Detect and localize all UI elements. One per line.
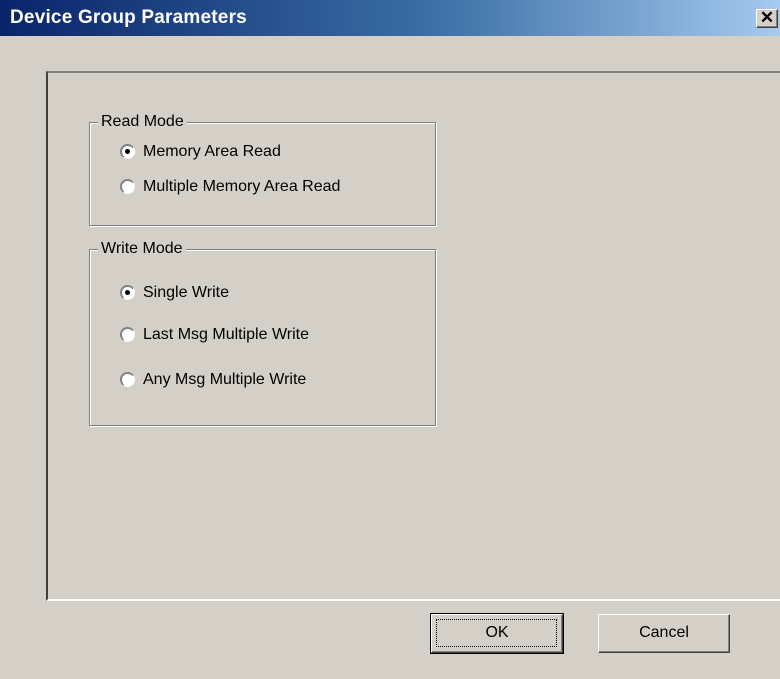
focus-rect [436,619,557,647]
close-icon: ✕ [759,8,775,27]
radio-label: Multiple Memory Area Read [143,178,341,195]
read-mode-group [89,122,436,226]
radio-any-msg-multiple-write[interactable]: Any Msg Multiple Write [120,370,420,392]
radio-last-msg-multiple-write[interactable]: Last Msg Multiple Write [120,325,420,347]
close-button[interactable]: ✕ [756,9,778,28]
cancel-button[interactable]: Cancel [598,614,730,653]
radio-multiple-memory-area-read[interactable]: Multiple Memory Area Read [120,177,420,199]
read-mode-legend: Read Mode [98,113,187,131]
radio-button[interactable] [120,372,135,387]
radio-single-write[interactable]: Single Write [120,283,420,305]
radio-label: Last Msg Multiple Write [143,326,309,343]
radio-memory-area-read[interactable]: Memory Area Read [120,142,420,164]
radio-label: Single Write [143,284,229,301]
window-title: Device Group Parameters [10,7,247,28]
write-mode-legend: Write Mode [98,240,186,258]
radio-button[interactable] [120,285,135,300]
cancel-button-label: Cancel [639,624,689,641]
title-bar: Device Group Parameters ✕ [0,0,780,36]
radio-button[interactable] [120,327,135,342]
radio-label: Memory Area Read [143,143,281,160]
ok-button[interactable]: OK [430,613,564,654]
radio-button[interactable] [120,144,135,159]
radio-button[interactable] [120,179,135,194]
radio-label: Any Msg Multiple Write [143,371,307,388]
